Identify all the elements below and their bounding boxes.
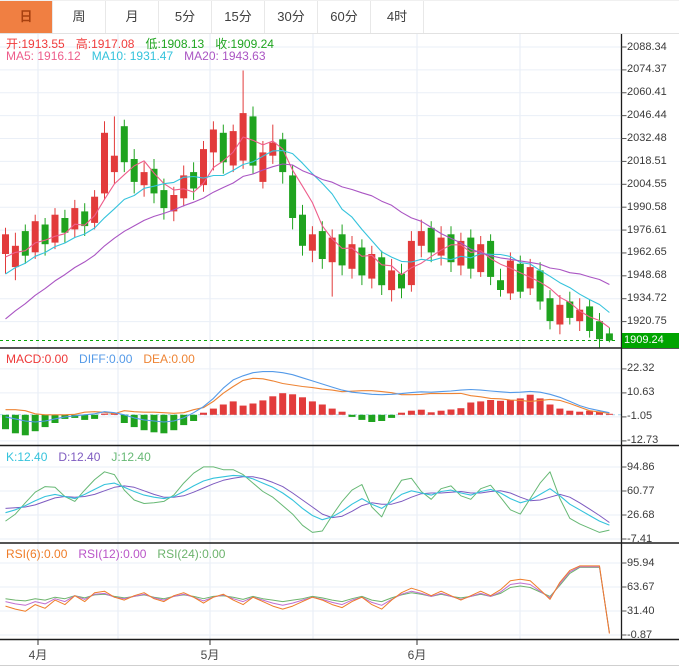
legend-item: RSI(6):0.00 (6, 547, 67, 561)
axis-tick-label: 1990.58 (627, 201, 677, 213)
legend-item: K:12.40 (6, 450, 47, 464)
axis-tick-label: -1.05 (627, 410, 677, 422)
ma20-line (6, 164, 610, 319)
legend-item: D:12.40 (58, 450, 100, 464)
legend-label: J: (111, 450, 120, 464)
tab-5[interactable]: 15分 (212, 1, 265, 33)
legend-label: K: (6, 450, 17, 464)
legend-value: 12.40 (17, 450, 47, 464)
axis-tick-label: 2004.55 (627, 178, 677, 190)
legend-label: MA20: (184, 49, 222, 63)
trading-chart-app: 日周月5分15分30分60分4时 开:1913.55高:1917.08低:190… (0, 0, 679, 667)
axis-tick-label: 60.77 (627, 485, 677, 497)
rsi-layer (6, 566, 610, 634)
legend-label: D: (58, 450, 70, 464)
tab-8[interactable]: 4时 (371, 1, 424, 33)
kdj-layer (6, 467, 610, 533)
axis-tick-label: 2018.51 (627, 155, 677, 167)
legend-item: RSI(24):0.00 (157, 547, 225, 561)
tab-7[interactable]: 60分 (318, 1, 371, 33)
axis-tick-label: -7.41 (627, 533, 677, 545)
axis-tick-label: 31.40 (627, 605, 677, 617)
legend-label: DIFF: (79, 352, 109, 366)
axis-tick-label: 1934.72 (627, 292, 677, 304)
legend-item: DIFF:0.00 (79, 352, 132, 366)
last-price-badge: 1909.24 (622, 333, 679, 348)
legend-item: RSI(12):0.00 (78, 547, 146, 561)
axis-tick-label: 2074.37 (627, 63, 677, 75)
legend-label: RSI(12): (78, 547, 123, 561)
legend-item: MA5: 1916.12 (6, 49, 81, 63)
panel-separators (0, 33, 679, 666)
legend-label: MA5: (6, 49, 37, 63)
axis-tick-label: 2088.34 (627, 41, 677, 53)
legend-value: 0.00 (171, 352, 194, 366)
legend-label: DEA: (143, 352, 171, 366)
legend-value: 0.00 (109, 352, 132, 366)
ma-legend: MA5: 1916.12 MA10: 1931.47 MA20: 1943.63 (6, 49, 277, 63)
rsi-legend: RSI(6):0.00RSI(12):0.00RSI(24):0.00 (6, 547, 236, 561)
axis-tick-label: 2060.41 (627, 86, 677, 98)
axis-tick-label: 22.32 (627, 362, 677, 374)
legend-value: 1931.47 (130, 49, 173, 63)
legend-value: 0.00 (123, 547, 146, 561)
macd-legend: MACD:0.00DIFF:0.00DEA:0.00 (6, 352, 206, 366)
month-label: 4月 (21, 646, 55, 663)
month-label: 5月 (193, 646, 227, 663)
axis-tick-label: 1948.68 (627, 269, 677, 281)
month-label: 6月 (400, 646, 434, 663)
macd-layer (0, 372, 621, 436)
axis-tick-label: 1920.75 (627, 315, 677, 327)
legend-item: DEA:0.00 (143, 352, 194, 366)
k-line (6, 475, 610, 525)
chart-canvas[interactable] (0, 1, 679, 667)
legend-item: J:12.40 (111, 450, 150, 464)
axis-tick-label: -0.87 (627, 629, 677, 641)
axis-tick-label: 63.67 (627, 581, 677, 593)
legend-value: 12.40 (70, 450, 100, 464)
axis-tick-label: 1976.61 (627, 224, 677, 236)
tab-6[interactable]: 30分 (265, 1, 318, 33)
legend-label: RSI(6): (6, 547, 44, 561)
legend-value: 0.00 (202, 547, 225, 561)
legend-item: MACD:0.00 (6, 352, 68, 366)
legend-value: 12.40 (121, 450, 151, 464)
j-line (6, 467, 610, 533)
axis-tick-label: 95.94 (627, 557, 677, 569)
legend-value: 1916.12 (37, 49, 80, 63)
tab-3[interactable]: 月 (106, 1, 159, 33)
legend-item: MA10: 1931.47 (92, 49, 173, 63)
legend-label: RSI(24): (157, 547, 202, 561)
axis-tick-label: 2032.48 (627, 132, 677, 144)
tab-1[interactable]: 日 (0, 1, 53, 33)
d-line (6, 477, 610, 523)
candlestick-layer (2, 71, 613, 348)
axis-tick-label: 10.63 (627, 386, 677, 398)
legend-label: MA10: (92, 49, 130, 63)
kdj-legend: K:12.40D:12.40J:12.40 (6, 450, 162, 464)
timeframe-tab-bar: 日周月5分15分30分60分4时 (0, 1, 679, 34)
axis-tick-label: 26.68 (627, 509, 677, 521)
legend-value: 0.00 (44, 547, 67, 561)
tab-2[interactable]: 周 (53, 1, 106, 33)
legend-item: MA20: 1943.63 (184, 49, 265, 63)
rsi6-line (6, 566, 610, 634)
axis-tick-label: 94.86 (627, 461, 677, 473)
axis-tick-label: 1962.65 (627, 246, 677, 258)
axis-tick-label: -12.73 (627, 434, 677, 446)
legend-label: MACD: (6, 352, 45, 366)
legend-value: 1943.63 (222, 49, 265, 63)
legend-value: 0.00 (45, 352, 68, 366)
tab-4[interactable]: 5分 (159, 1, 212, 33)
axis-tick-label: 2046.44 (627, 109, 677, 121)
